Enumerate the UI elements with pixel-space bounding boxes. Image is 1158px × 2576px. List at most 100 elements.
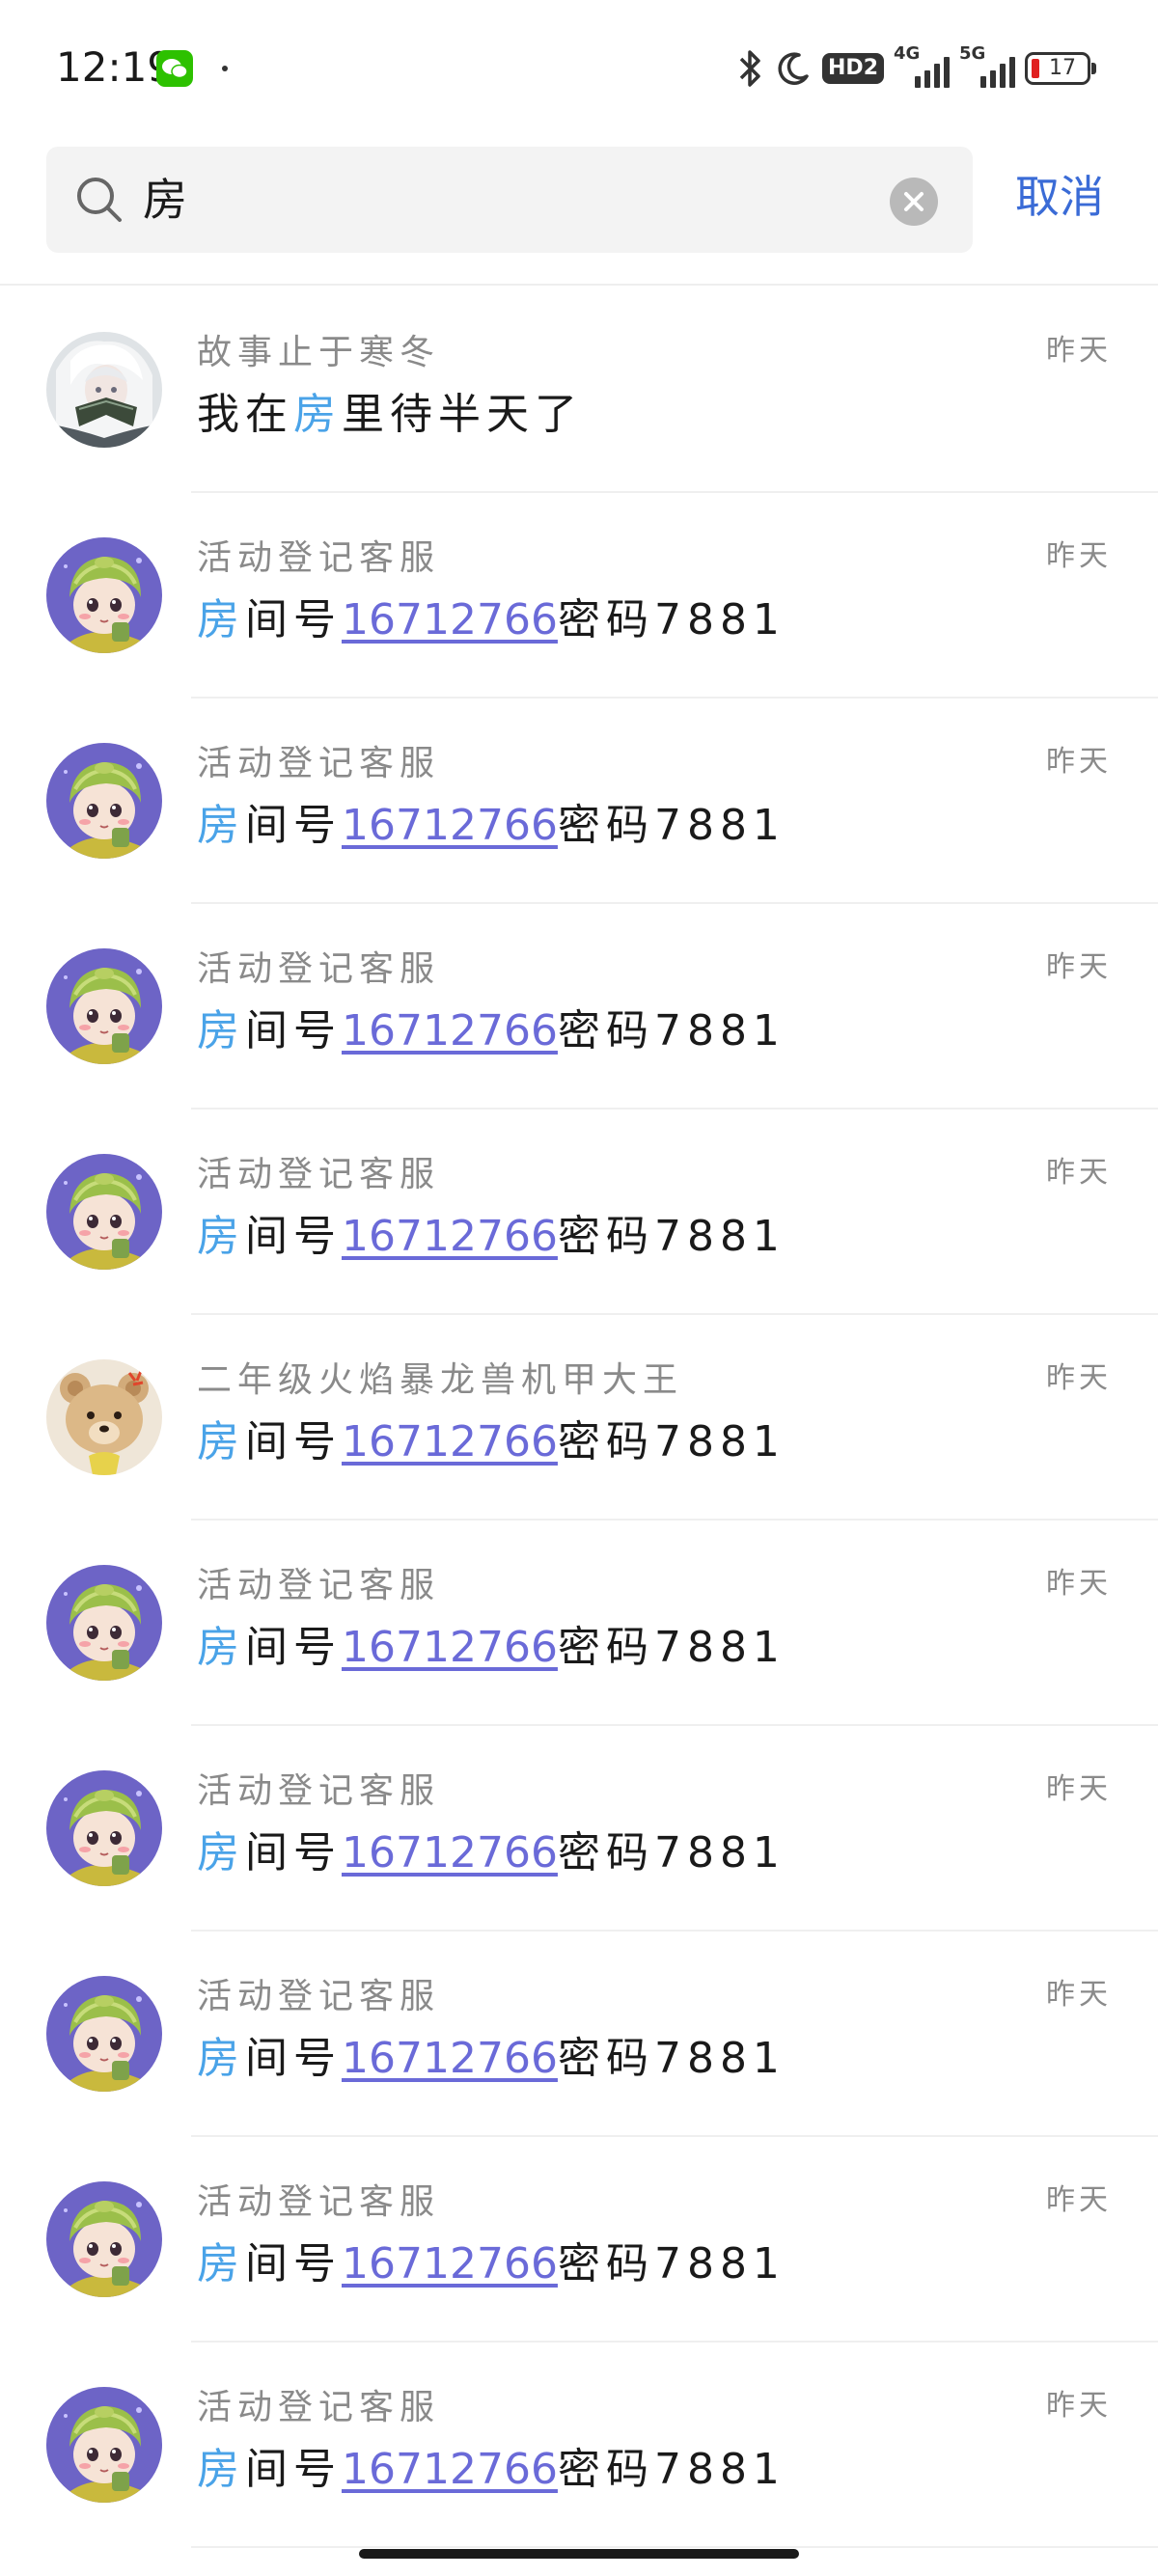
search-highlight: 房 (197, 1623, 245, 1672)
search-highlight: 房 (197, 2445, 245, 2494)
phone-number-link[interactable]: 16712766 (342, 1623, 558, 1672)
message-time: 昨天 (1046, 2183, 1112, 2217)
avatar-green-hat-girl-icon[interactable] (46, 948, 162, 1064)
home-indicator[interactable] (359, 2549, 799, 2559)
message-text-after: 间号 (245, 595, 342, 644)
message-time: 昨天 (1046, 1978, 1112, 2012)
message-preview: 房间号16712766密码7881 (197, 2443, 786, 2497)
search-icon (77, 178, 122, 222)
status-bar: 12:19 HD2 4G 5G 17 (0, 0, 1158, 135)
search-result-row[interactable]: 活动登记客服 昨天 房间号16712766密码7881 (0, 699, 1158, 904)
search-highlight: 房 (197, 2034, 245, 2083)
search-result-row[interactable]: 活动登记客服 昨天房间号16712766密码7881 (0, 1932, 1158, 2137)
message-text-before: 我在 (197, 390, 293, 439)
message-text-tail: 密码7881 (557, 1417, 786, 1466)
message-text-tail: 密码7881 (557, 1623, 786, 1672)
message-text-tail: 密码7881 (557, 595, 786, 644)
message-preview: 房间号16712766密码7881 (197, 1621, 786, 1675)
search-result-row[interactable]: 活动登记客服 昨天房间号16712766密码7881 (0, 2137, 1158, 2343)
message-time: 昨天 (1046, 1772, 1112, 1806)
search-result-row[interactable]: 活动登记客服 昨天房间号16712766密码7881 (0, 904, 1158, 1110)
avatar-green-hat-girl-icon[interactable] (46, 537, 162, 653)
search-highlight: 房 (293, 390, 342, 439)
message-text-after: 间号 (245, 1828, 342, 1877)
contact-name: 活动登记客服 (197, 1977, 441, 2016)
phone-number-link[interactable]: 16712766 (342, 2445, 558, 2494)
avatar-girl-fan-icon[interactable] (46, 332, 162, 448)
search-highlight: 房 (197, 1006, 245, 1055)
message-preview: 我在房里待半天了 (197, 388, 583, 442)
signal-4g-icon: 4G (894, 43, 950, 88)
search-highlight: 房 (197, 1212, 245, 1261)
message-text-after: 间号 (245, 1006, 342, 1055)
contact-name: 活动登记客服 (197, 2182, 441, 2222)
phone-number-link[interactable]: 16712766 (342, 2034, 558, 2083)
notification-dot-icon (222, 66, 228, 71)
search-highlight: 房 (197, 1417, 245, 1466)
message-time: 昨天 (1046, 539, 1112, 573)
phone-number-link[interactable]: 16712766 (342, 595, 558, 644)
status-time: 12:19 (56, 43, 174, 91)
cancel-button[interactable]: 取消 (1015, 168, 1104, 226)
search-result-row[interactable]: 活动登记客服 昨天 房间号16712766密码7881 (0, 1110, 1158, 1315)
avatar-green-hat-girl-icon[interactable] (46, 1565, 162, 1681)
search-result-row[interactable]: 活动登记客服 昨天 房间号16712766密码7881 (0, 1521, 1158, 1726)
message-text-after: 里待半天了 (342, 390, 583, 439)
contact-name: 活动登记客服 (197, 949, 441, 989)
avatar-green-hat-girl-icon[interactable] (46, 1770, 162, 1886)
message-preview: 房间号16712766密码7881 (197, 1004, 786, 1058)
network-type-label: 5G (959, 43, 986, 64)
avatar-green-hat-girl-icon[interactable] (46, 1154, 162, 1270)
message-preview: 房间号16712766密码7881 (197, 1826, 786, 1880)
search-highlight: 房 (197, 1828, 245, 1877)
message-time: 昨天 (1046, 2389, 1112, 2423)
avatar-green-hat-girl-icon[interactable] (46, 1976, 162, 2092)
avatar-green-hat-girl-icon[interactable] (46, 2181, 162, 2297)
message-time: 昨天 (1046, 745, 1112, 779)
search-highlight: 房 (197, 595, 245, 644)
message-preview: 房间号16712766密码7881 (197, 2032, 786, 2086)
phone-number-link[interactable]: 16712766 (342, 801, 558, 850)
message-preview: 房间号16712766密码7881 (197, 1415, 786, 1469)
contact-name: 活动登记客服 (197, 1566, 441, 1605)
contact-name: 活动登记客服 (197, 538, 441, 578)
bluetooth-icon (739, 50, 760, 87)
search-result-row[interactable]: 活动登记客服 昨天房间号16712766密码7881 (0, 2343, 1158, 2548)
search-highlight: 房 (197, 2239, 245, 2288)
contact-name: 活动登记客服 (197, 744, 441, 783)
search-result-row[interactable]: 故事止于寒冬 昨天 我在房里待半天了 (0, 288, 1158, 493)
phone-number-link[interactable]: 16712766 (342, 2239, 558, 2288)
message-text-after: 间号 (245, 801, 342, 850)
phone-number-link[interactable]: 16712766 (342, 1828, 558, 1877)
do-not-disturb-moon-icon (778, 52, 809, 85)
hd-voice-badge: HD2 (822, 53, 884, 84)
message-text-after: 间号 (245, 2445, 342, 2494)
search-highlight: 房 (197, 801, 245, 850)
phone-number-link[interactable]: 16712766 (342, 1417, 558, 1466)
message-text-tail: 密码7881 (557, 2239, 786, 2288)
message-preview: 房间号16712766密码7881 (197, 1210, 786, 1264)
search-input[interactable] (143, 166, 896, 233)
message-time: 昨天 (1046, 950, 1112, 984)
search-box[interactable] (46, 147, 973, 253)
status-icons: HD2 4G 5G 17 (735, 43, 1096, 93)
avatar-green-hat-girl-icon[interactable] (46, 743, 162, 859)
wechat-notification-icon (156, 50, 193, 87)
message-text-tail: 密码7881 (557, 1212, 786, 1261)
message-text-after: 间号 (245, 1417, 342, 1466)
search-result-row[interactable]: 二年级火焰暴龙兽机甲大王 昨天 房间号16712766密码7881 (0, 1315, 1158, 1521)
phone-number-link[interactable]: 16712766 (342, 1212, 558, 1261)
message-text-tail: 密码7881 (557, 2445, 786, 2494)
contact-name: 活动登记客服 (197, 2388, 441, 2427)
avatar-green-hat-girl-icon[interactable] (46, 2387, 162, 2503)
phone-number-link[interactable]: 16712766 (342, 1006, 558, 1055)
message-time: 昨天 (1046, 1156, 1112, 1190)
message-text-after: 间号 (245, 1623, 342, 1672)
battery-icon: 17 (1025, 52, 1096, 85)
avatar-teddy-bear-icon[interactable] (46, 1359, 162, 1475)
clear-search-icon[interactable] (890, 178, 938, 226)
search-result-row[interactable]: 活动登记客服 昨天 房间号16712766密码7881 (0, 1726, 1158, 1932)
search-results-list: 故事止于寒冬 昨天 我在房里待半天了 活动登记客服 昨天 房间号16712766密码788… (0, 288, 1158, 2548)
message-text-after: 间号 (245, 2239, 342, 2288)
search-result-row[interactable]: 活动登记客服 昨天房间号16712766密码7881 (0, 493, 1158, 699)
